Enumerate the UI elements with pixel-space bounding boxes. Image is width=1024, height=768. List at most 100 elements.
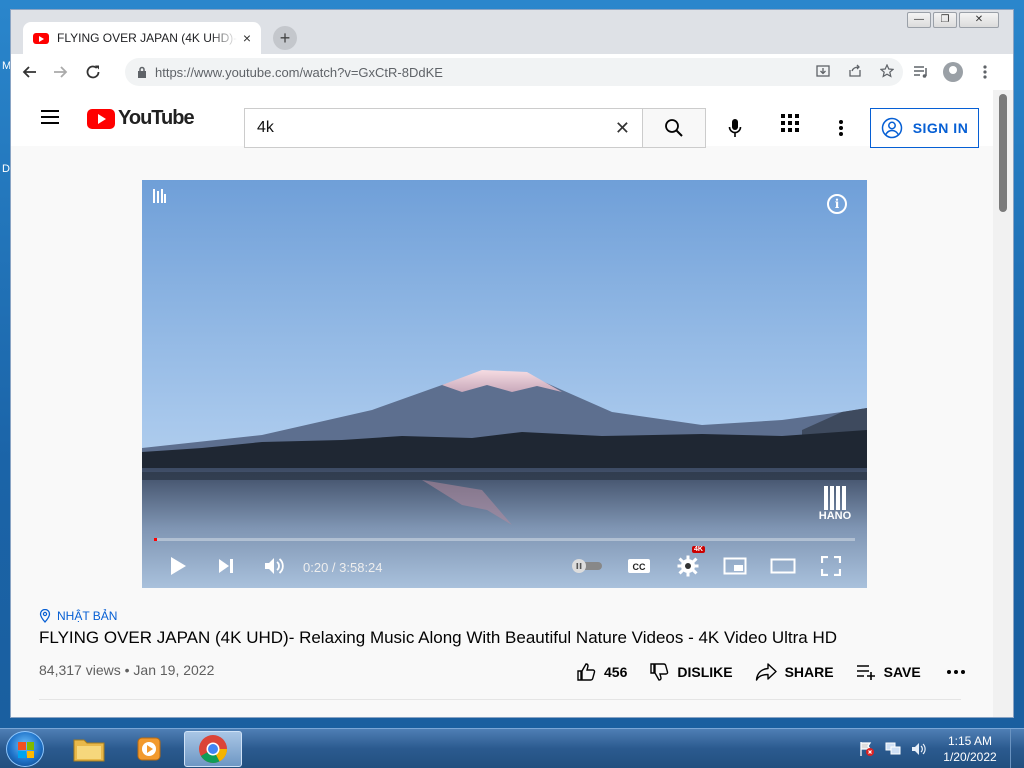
clock-time: 1:15 AM (947, 734, 993, 748)
clock-date: 1/20/2022 (943, 750, 997, 764)
tab-strip: FLYING OVER JAPAN (4K UHD)- Relaxing Mus… (11, 22, 1013, 54)
taskbar-media-player[interactable] (120, 731, 178, 767)
thumbs-up-icon (577, 663, 596, 681)
sign-in-label: SIGN IN (912, 120, 969, 136)
video-frame-mount-fuji (142, 180, 867, 588)
next-button[interactable] (214, 552, 238, 580)
scrollbar-thumb[interactable] (999, 94, 1007, 212)
save-button[interactable]: SAVE (856, 664, 921, 680)
taskbar-explorer[interactable] (60, 731, 118, 767)
volume-tray-icon[interactable] (908, 741, 930, 757)
browser-menu-button[interactable] (969, 58, 1001, 86)
progress-bar[interactable] (154, 538, 855, 541)
search-icon (665, 119, 683, 137)
address-bar[interactable]: https://www.youtube.com/watch?v=GxCtR-8D… (125, 58, 903, 86)
dislike-label: DISLIKE (677, 664, 733, 680)
share-arrow-icon (755, 663, 777, 681)
youtube-logo[interactable]: YouTube (87, 107, 195, 130)
gear-icon (677, 555, 699, 577)
thumbs-down-icon (650, 663, 669, 681)
taskbar-clock[interactable]: 1:15 AM 1/20/2022 (934, 733, 1006, 765)
progress-bar-fill (154, 538, 157, 541)
bookmark-star-icon[interactable] (871, 63, 903, 81)
watermark-text: HANO (818, 510, 852, 522)
voice-search-button[interactable] (719, 112, 751, 144)
windows-taskbar: 1:15 AM 1/20/2022 (0, 728, 1024, 768)
view-count: 84,317 views (39, 662, 121, 678)
location-hashtag-link[interactable]: NHẬT BẢN (39, 609, 117, 623)
new-tab-button[interactable]: + (273, 26, 297, 50)
folder-icon (73, 739, 105, 762)
playlist-icon (914, 66, 927, 78)
autoplay-toggle[interactable] (570, 552, 604, 580)
location-label: NHẬT BẢN (57, 609, 118, 623)
view-count-date: 84,317 views • Jan 19, 2022 (39, 662, 214, 678)
theater-mode-button[interactable] (770, 552, 796, 580)
menu-hamburger-icon[interactable] (41, 110, 59, 124)
browser-tab-youtube[interactable]: FLYING OVER JAPAN (4K UHD)- Relaxing Mus… (23, 22, 261, 54)
install-app-icon[interactable] (807, 64, 839, 81)
system-tray: 1:15 AM 1/20/2022 (856, 729, 1024, 768)
account-circle-icon (881, 117, 902, 139)
media-player-icon (137, 737, 161, 761)
share-icon[interactable] (839, 64, 871, 81)
playlist-add-icon (856, 665, 875, 680)
more-actions-icon[interactable] (946, 670, 965, 674)
toolbar-right (905, 58, 1001, 86)
browser-window: — ❐ ✕ FLYING OVER JAPAN (4K UHD)- Relaxi… (10, 9, 1014, 718)
tab-close-icon[interactable]: × (243, 30, 251, 46)
settings-button[interactable] (674, 552, 702, 580)
profile-button[interactable] (937, 58, 969, 86)
play-button[interactable] (166, 552, 190, 580)
network-icon[interactable] (882, 741, 904, 757)
volume-icon (265, 558, 284, 574)
svg-text:CC: CC (633, 562, 646, 572)
chrome-icon (199, 735, 227, 763)
fullscreen-button[interactable] (818, 552, 844, 580)
start-button[interactable] (6, 731, 44, 767)
video-title: FLYING OVER JAPAN (4K UHD)- Relaxing Mus… (39, 628, 838, 647)
youtube-logo-text: YouTube (118, 107, 195, 129)
separator-dot: • (124, 662, 130, 678)
video-info-icon[interactable]: i (827, 194, 847, 214)
section-divider (39, 699, 961, 700)
fullscreen-icon (821, 556, 841, 576)
quality-4k-badge: 4K (692, 546, 705, 553)
miniplayer-button[interactable] (722, 552, 748, 580)
youtube-favicon-icon (33, 32, 49, 44)
settings-more-icon[interactable] (837, 114, 845, 142)
reload-button[interactable] (79, 58, 107, 86)
forward-button[interactable] (47, 58, 75, 86)
kebab-menu-icon (983, 65, 987, 79)
like-button[interactable]: 456 (576, 662, 627, 682)
channel-logo-icon[interactable] (152, 188, 168, 207)
taskbar-chrome[interactable] (184, 731, 242, 767)
address-bar-actions (807, 58, 903, 86)
player-controls: 0:20 / 3:58:24 CC 4K (142, 546, 867, 584)
video-player[interactable]: i HANO 0:20 / 3:58:24 CC 4K (142, 180, 867, 588)
page-scrollbar[interactable] (993, 90, 1013, 717)
avatar-icon (943, 62, 963, 82)
subtitles-button[interactable]: CC (626, 552, 652, 580)
miniplayer-icon (723, 557, 747, 575)
dislike-button[interactable]: DISLIKE (649, 662, 733, 682)
media-controls-button[interactable] (905, 58, 937, 86)
search-input[interactable]: 4k ✕ (244, 108, 643, 148)
upload-date: Jan 19, 2022 (133, 662, 215, 678)
apps-grid-icon (781, 114, 799, 132)
channel-watermark[interactable]: HANO (817, 486, 853, 522)
back-button[interactable] (15, 58, 43, 86)
tab-title: FLYING OVER JAPAN (4K UHD)- Relaxing Mus… (57, 31, 237, 45)
action-center-flag-icon[interactable] (856, 741, 878, 757)
share-button[interactable]: SHARE (755, 663, 834, 681)
windows-logo-icon (18, 742, 34, 758)
sign-in-button[interactable]: SIGN IN (870, 108, 979, 148)
share-label: SHARE (784, 664, 834, 680)
piano-keys-icon (817, 486, 853, 510)
search-input-value: 4k (257, 119, 274, 136)
apps-grid-button[interactable] (781, 114, 799, 137)
search-button[interactable] (642, 108, 706, 148)
mute-button[interactable] (260, 552, 288, 580)
clear-search-icon[interactable]: ✕ (615, 118, 630, 139)
show-desktop-button[interactable] (1010, 729, 1024, 768)
